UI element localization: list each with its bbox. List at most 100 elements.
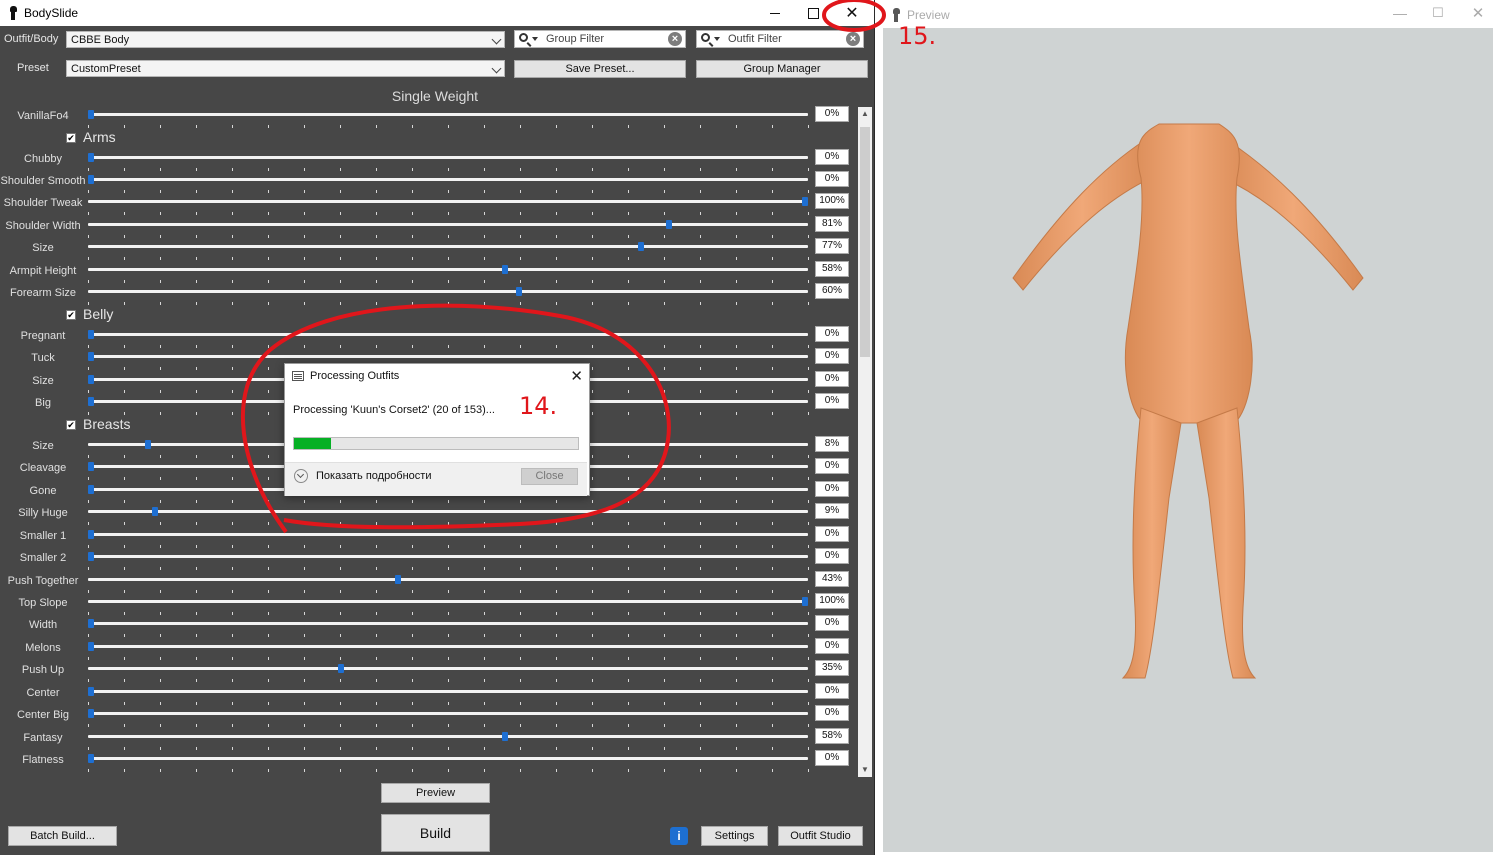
preset-dropdown[interactable]: CustomPreset bbox=[66, 60, 505, 77]
slider-track[interactable] bbox=[88, 664, 809, 682]
slider-thumb[interactable] bbox=[88, 552, 94, 561]
group-filter-input[interactable]: Group Filter × bbox=[514, 30, 686, 48]
slider-value-field[interactable]: 0% bbox=[815, 149, 849, 165]
slider-value-field[interactable]: 9% bbox=[815, 503, 849, 519]
expand-details-icon[interactable] bbox=[294, 469, 308, 483]
slider-value-field[interactable]: 0% bbox=[815, 348, 849, 364]
slider-value-field[interactable]: 81% bbox=[815, 216, 849, 232]
checkbox-arms[interactable]: ✔ bbox=[66, 133, 76, 143]
slider-thumb[interactable] bbox=[88, 754, 94, 763]
slider-thumb[interactable] bbox=[88, 397, 94, 406]
info-icon[interactable]: i bbox=[670, 827, 688, 845]
settings-button[interactable]: Settings bbox=[701, 826, 768, 846]
outfit-body-dropdown[interactable]: CBBE Body bbox=[66, 31, 505, 48]
group-manager-button[interactable]: Group Manager bbox=[696, 60, 868, 78]
slider-thumb[interactable] bbox=[152, 507, 159, 516]
slider-value-field[interactable]: 0% bbox=[815, 326, 849, 342]
slider-value-field[interactable]: 0% bbox=[815, 481, 849, 497]
slider-value-field[interactable]: 0% bbox=[815, 683, 849, 699]
slider-thumb[interactable] bbox=[802, 597, 808, 606]
slider-track[interactable] bbox=[88, 552, 809, 570]
slider-thumb[interactable] bbox=[88, 110, 94, 119]
slider-value-field[interactable]: 0% bbox=[815, 458, 849, 474]
slider-thumb[interactable] bbox=[502, 732, 509, 741]
slider-scrollbar[interactable]: ▲ ▼ bbox=[858, 107, 872, 777]
slider-thumb[interactable] bbox=[88, 642, 94, 651]
slider-track[interactable] bbox=[88, 575, 809, 593]
preview-button[interactable]: Preview bbox=[381, 783, 490, 803]
slider-value-field[interactable]: 100% bbox=[815, 193, 849, 209]
slider-thumb[interactable] bbox=[88, 375, 94, 384]
slider-thumb[interactable] bbox=[145, 440, 152, 449]
close-icon[interactable]: ✕ bbox=[570, 367, 583, 385]
scroll-down-icon[interactable]: ▼ bbox=[858, 763, 872, 777]
batch-build-button[interactable]: Batch Build... bbox=[8, 826, 117, 846]
maximize-icon[interactable]: ☐ bbox=[1420, 0, 1456, 26]
slider-value-field[interactable]: 0% bbox=[815, 548, 849, 564]
slider-thumb[interactable] bbox=[88, 530, 94, 539]
slider-value-field[interactable]: 0% bbox=[815, 106, 849, 122]
slider-value-field[interactable]: 0% bbox=[815, 171, 849, 187]
dialog-close-button[interactable]: Close bbox=[521, 468, 578, 485]
slider-track[interactable] bbox=[88, 265, 809, 283]
slider-value-field[interactable]: 60% bbox=[815, 283, 849, 299]
scroll-up-icon[interactable]: ▲ bbox=[858, 107, 872, 121]
slider-thumb[interactable] bbox=[502, 265, 509, 274]
slider-track[interactable] bbox=[88, 507, 809, 525]
slider-value-field[interactable]: 0% bbox=[815, 750, 849, 766]
slider-track[interactable] bbox=[88, 352, 809, 370]
slider-track[interactable] bbox=[88, 687, 809, 705]
slider-track[interactable] bbox=[88, 709, 809, 727]
slider-value-field[interactable]: 8% bbox=[815, 436, 849, 452]
slider-thumb[interactable] bbox=[88, 330, 94, 339]
save-preset-button[interactable]: Save Preset... bbox=[514, 60, 686, 78]
slider-thumb[interactable] bbox=[88, 619, 94, 628]
slider-track[interactable] bbox=[88, 732, 809, 750]
preview-3d-viewport[interactable] bbox=[883, 28, 1493, 852]
slider-thumb[interactable] bbox=[802, 197, 808, 206]
slider-thumb[interactable] bbox=[88, 153, 94, 162]
slider-track[interactable] bbox=[88, 530, 809, 548]
slider-thumb[interactable] bbox=[88, 709, 94, 718]
slider-thumb[interactable] bbox=[516, 287, 523, 296]
checkbox-breasts[interactable]: ✔ bbox=[66, 420, 76, 430]
slider-value-field[interactable]: 0% bbox=[815, 393, 849, 409]
outfit-filter-input[interactable]: Outfit Filter × bbox=[696, 30, 864, 48]
slider-thumb[interactable] bbox=[88, 485, 94, 494]
slider-thumb[interactable] bbox=[395, 575, 402, 584]
minimize-icon[interactable]: — bbox=[1382, 0, 1418, 26]
slider-thumb[interactable] bbox=[88, 352, 94, 361]
slider-track[interactable] bbox=[88, 330, 809, 348]
slider-value-field[interactable]: 0% bbox=[815, 638, 849, 654]
slider-value-field[interactable]: 77% bbox=[815, 238, 849, 254]
close-icon[interactable]: ✕ bbox=[1460, 0, 1496, 26]
slider-value-field[interactable]: 43% bbox=[815, 571, 849, 587]
slider-track[interactable] bbox=[88, 197, 809, 215]
slider-value-field[interactable]: 58% bbox=[815, 261, 849, 277]
slider-value-field[interactable]: 35% bbox=[815, 660, 849, 676]
slider-thumb[interactable] bbox=[637, 242, 644, 251]
clear-icon[interactable]: × bbox=[668, 32, 682, 46]
slider-value-field[interactable]: 0% bbox=[815, 615, 849, 631]
build-button[interactable]: Build bbox=[381, 814, 490, 852]
maximize-icon[interactable] bbox=[795, 0, 831, 26]
scrollbar-thumb[interactable] bbox=[860, 127, 870, 357]
slider-thumb[interactable] bbox=[88, 175, 94, 184]
slider-value-field[interactable]: 0% bbox=[815, 371, 849, 387]
slider-value-field[interactable]: 100% bbox=[815, 593, 849, 609]
slider-track[interactable] bbox=[88, 153, 809, 171]
show-details-link[interactable]: Показать подробности bbox=[316, 470, 431, 482]
slider-track[interactable] bbox=[88, 597, 809, 615]
close-icon[interactable]: ✕ bbox=[834, 0, 870, 26]
slider-track[interactable] bbox=[88, 754, 809, 772]
slider-value-field[interactable]: 0% bbox=[815, 526, 849, 542]
minimize-icon[interactable] bbox=[757, 0, 793, 26]
slider-value-field[interactable]: 0% bbox=[815, 705, 849, 721]
slider-value-field[interactable]: 58% bbox=[815, 728, 849, 744]
slider-track[interactable] bbox=[88, 110, 809, 128]
checkbox-belly[interactable]: ✔ bbox=[66, 310, 76, 320]
outfit-studio-button[interactable]: Outfit Studio bbox=[778, 826, 863, 846]
slider-track[interactable] bbox=[88, 287, 809, 305]
slider-track[interactable] bbox=[88, 242, 809, 260]
slider-thumb[interactable] bbox=[88, 687, 94, 696]
